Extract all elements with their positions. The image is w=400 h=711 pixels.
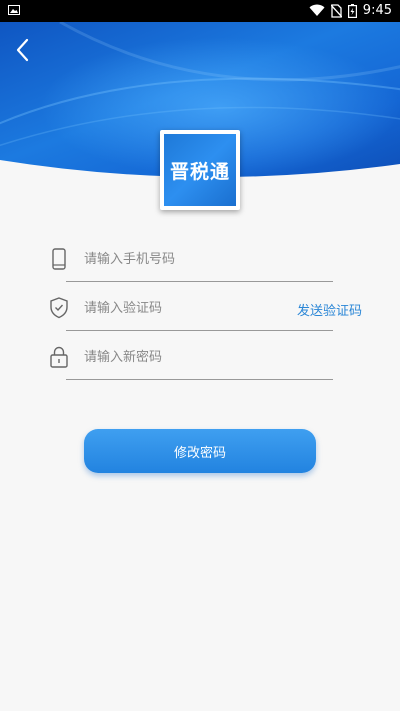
send-code-button[interactable]: 发送验证码 — [297, 300, 362, 319]
code-field-underline — [66, 330, 333, 331]
phone-icon — [52, 248, 66, 270]
change-password-button[interactable]: 修改密码 — [84, 429, 316, 473]
status-time: 9:45 — [362, 3, 392, 18]
verification-code-input[interactable] — [84, 296, 284, 320]
chevron-left-icon — [16, 38, 29, 62]
app-logo: 晋税通 — [160, 130, 240, 210]
battery-icon — [347, 3, 357, 18]
no-sim-icon — [330, 3, 342, 18]
image-icon — [8, 5, 20, 15]
back-button[interactable] — [12, 36, 36, 64]
phone-field-underline — [66, 281, 333, 282]
code-field-row: 发送验证码 — [0, 284, 400, 334]
phone-input[interactable] — [84, 247, 284, 271]
new-password-input[interactable] — [84, 345, 284, 369]
shield-check-icon — [50, 297, 68, 319]
password-field-underline — [66, 379, 333, 380]
status-bar: 9:45 — [0, 0, 400, 22]
lock-icon — [50, 346, 68, 368]
wifi-icon — [309, 4, 325, 16]
password-field-row — [0, 333, 400, 383]
phone-field-row — [0, 235, 400, 285]
app-logo-text: 晋税通 — [164, 134, 236, 206]
status-icons: 9:45 — [309, 3, 392, 18]
